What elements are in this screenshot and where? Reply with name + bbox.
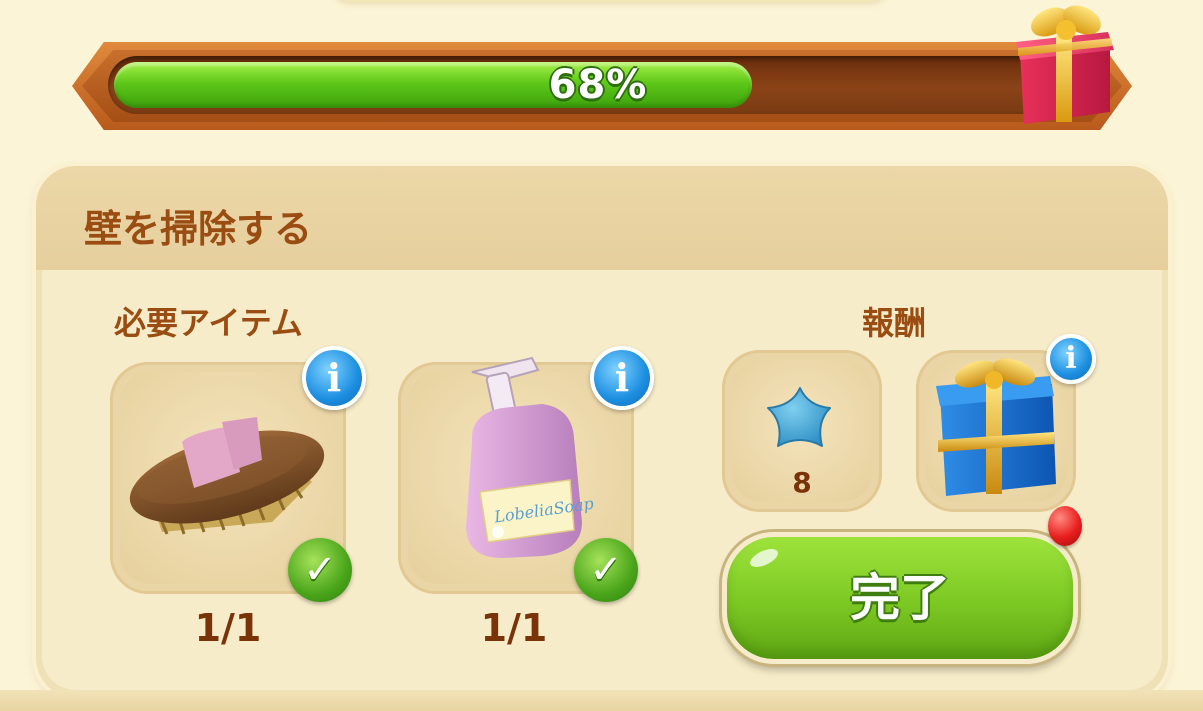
gift-box-icon[interactable] <box>1010 2 1120 128</box>
soap-info-button[interactable]: i <box>590 346 654 410</box>
reward-label: 報酬 <box>862 304 927 342</box>
progress-track: 68% <box>108 56 1108 114</box>
progress-percent: 68% <box>548 62 648 108</box>
brush-count: 1/1 <box>194 606 262 650</box>
complete-button[interactable]: 完了 <box>722 532 1078 664</box>
brush-check-icon: ✓ <box>288 538 352 602</box>
brush-info-button[interactable]: i <box>302 346 366 410</box>
required-items-label: 必要アイテム <box>114 304 303 342</box>
blue-gift-box-icon <box>936 358 1056 496</box>
task-title: 壁を掃除する <box>84 207 313 251</box>
top-panel-edge <box>330 0 890 2</box>
soap-check-icon: ✓ <box>574 538 638 602</box>
gift-reward-info-button[interactable]: i <box>1046 334 1096 384</box>
blue-star-icon <box>767 387 831 447</box>
soap-count: 1/1 <box>480 606 548 650</box>
task-card-header: 壁を掃除する <box>36 166 1168 270</box>
scrub-brush-icon <box>129 417 325 535</box>
star-reward-count: 8 <box>792 466 812 499</box>
notification-dot <box>1048 506 1082 546</box>
bottom-panel-edge <box>0 690 1203 711</box>
complete-button-label: 完了 <box>850 569 950 627</box>
soap-bottle-icon: LobeliaSoap <box>466 356 595 558</box>
